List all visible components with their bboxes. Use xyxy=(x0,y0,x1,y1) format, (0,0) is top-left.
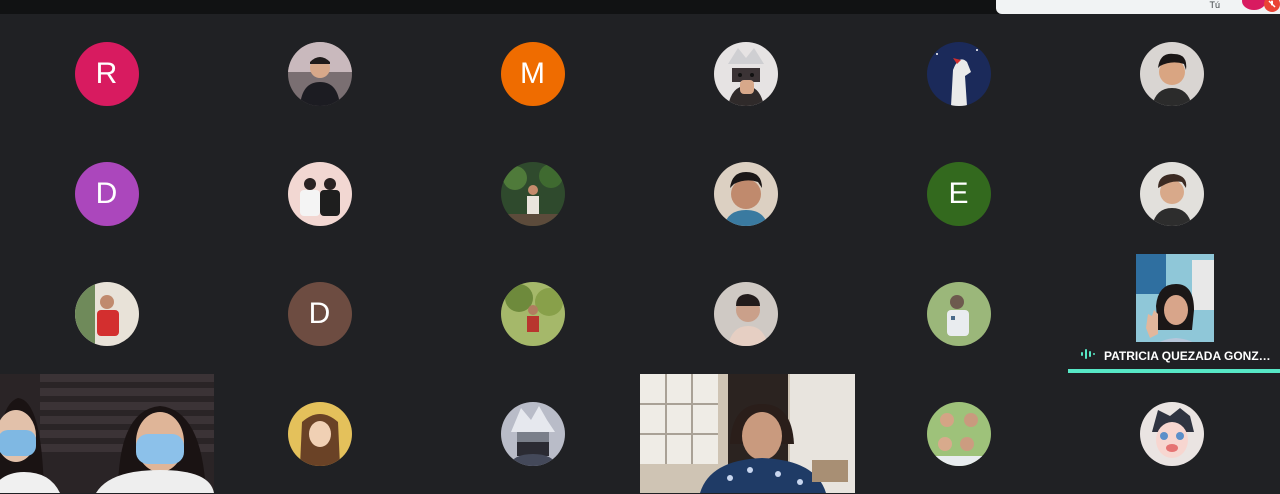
participant-video[interactable] xyxy=(640,374,855,493)
speaker-name-bar: PATRICIA QUEZADA GONZA... xyxy=(1068,342,1280,370)
participant-photo-icon xyxy=(926,402,991,466)
participant-tile[interactable]: M xyxy=(426,14,639,134)
participant-tile[interactable] xyxy=(639,254,852,374)
participant-tile[interactable] xyxy=(639,134,852,254)
participant-photo-icon xyxy=(500,402,565,466)
participant-photo-icon xyxy=(500,282,565,346)
participant-tile[interactable] xyxy=(0,254,213,374)
participant-video[interactable] xyxy=(0,374,214,493)
participant-tile[interactable]: R xyxy=(0,14,213,134)
participant-photo-icon xyxy=(1139,162,1204,226)
participant-tile[interactable] xyxy=(213,134,426,254)
participant-tile[interactable] xyxy=(852,374,1065,494)
avatar-initial: M xyxy=(520,57,545,90)
participant-photo-icon xyxy=(713,162,778,226)
participant-photo-icon xyxy=(713,282,778,346)
participant-tile[interactable] xyxy=(1065,374,1278,494)
participant-photo-icon xyxy=(1139,402,1204,466)
participant-tile[interactable] xyxy=(1065,134,1278,254)
mic-off-icon xyxy=(1264,0,1280,12)
avatar-initial: D xyxy=(308,297,331,330)
participant-photo-icon xyxy=(287,402,352,466)
participant-tile[interactable]: D xyxy=(213,254,426,374)
avatar: R xyxy=(74,42,139,106)
participant-tile[interactable] xyxy=(426,254,639,374)
participant-tile[interactable] xyxy=(426,374,639,494)
self-view-tile[interactable]: Tú xyxy=(996,0,1280,14)
participant-tile[interactable] xyxy=(639,14,852,134)
participant-tile[interactable] xyxy=(1065,14,1278,134)
participant-tile[interactable] xyxy=(852,254,1065,374)
participant-tile[interactable] xyxy=(426,134,639,254)
participant-photo-icon xyxy=(926,282,991,346)
avatar: D xyxy=(287,282,352,346)
participant-photo-icon xyxy=(713,42,778,106)
self-view-label: Tú xyxy=(1209,0,1220,10)
participant-tile[interactable] xyxy=(213,14,426,134)
participant-photo-icon xyxy=(1139,42,1204,106)
participant-photo-icon xyxy=(287,42,352,106)
participant-photo-icon xyxy=(500,162,565,226)
speaker-name: PATRICIA QUEZADA GONZA... xyxy=(1104,349,1274,363)
participant-tile[interactable]: D xyxy=(0,134,213,254)
participant-tile[interactable] xyxy=(852,14,1065,134)
avatar-initial: D xyxy=(95,177,118,210)
avatar-initial: E xyxy=(948,177,969,210)
avatar-initial: R xyxy=(95,57,118,90)
participant-tile[interactable]: E xyxy=(852,134,1065,254)
avatar: M xyxy=(500,42,565,106)
speaking-indicator xyxy=(1068,369,1280,373)
self-avatar xyxy=(1242,0,1266,10)
avatar: E xyxy=(926,162,991,226)
participant-photo-icon xyxy=(74,282,139,346)
participant-photo-icon xyxy=(926,42,991,106)
avatar: D xyxy=(74,162,139,226)
participant-tile[interactable] xyxy=(213,374,426,494)
audio-wave-icon xyxy=(1080,347,1096,366)
participant-photo-icon xyxy=(287,162,352,226)
